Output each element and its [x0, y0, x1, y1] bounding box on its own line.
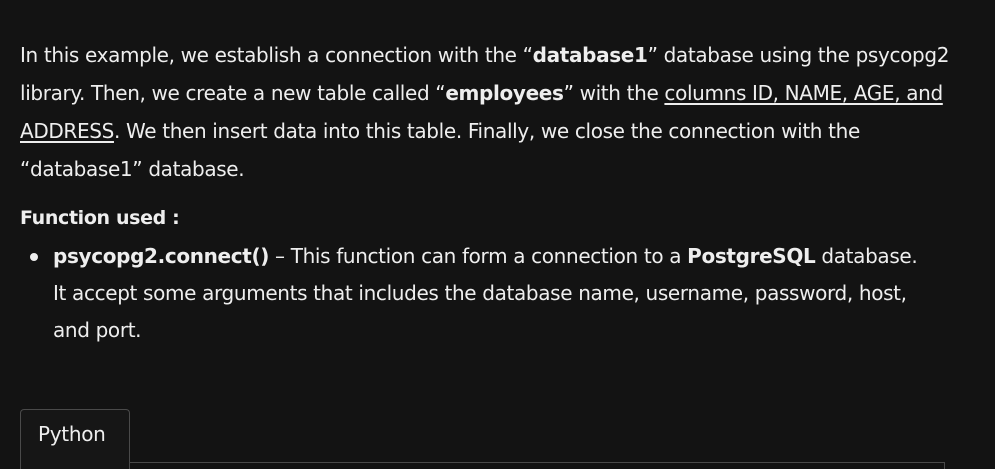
section-title: Function used : — [20, 207, 180, 229]
function-name: psycopg2.connect() — [53, 244, 270, 268]
tab-divider — [130, 462, 945, 463]
intro-text-3: ” with the — [563, 81, 665, 105]
table-name-bold: employees — [445, 81, 564, 105]
function-list: psycopg2.connect() – This function can f… — [20, 238, 920, 349]
intro-text-4: . We then insert data into this table. F… — [20, 119, 860, 181]
function-desc-1: – This function can form a connection to… — [269, 244, 688, 268]
postgresql-bold: PostgreSQL — [687, 244, 816, 268]
database-name-bold: database1 — [532, 43, 648, 67]
intro-paragraph: In this example, we establish a connecti… — [20, 36, 950, 188]
code-panel-border — [944, 462, 945, 469]
intro-text-1: In this example, we establish a connecti… — [20, 43, 533, 67]
bullet-icon — [30, 253, 38, 261]
list-item: psycopg2.connect() – This function can f… — [20, 238, 920, 349]
tab-python[interactable]: Python — [20, 409, 130, 469]
